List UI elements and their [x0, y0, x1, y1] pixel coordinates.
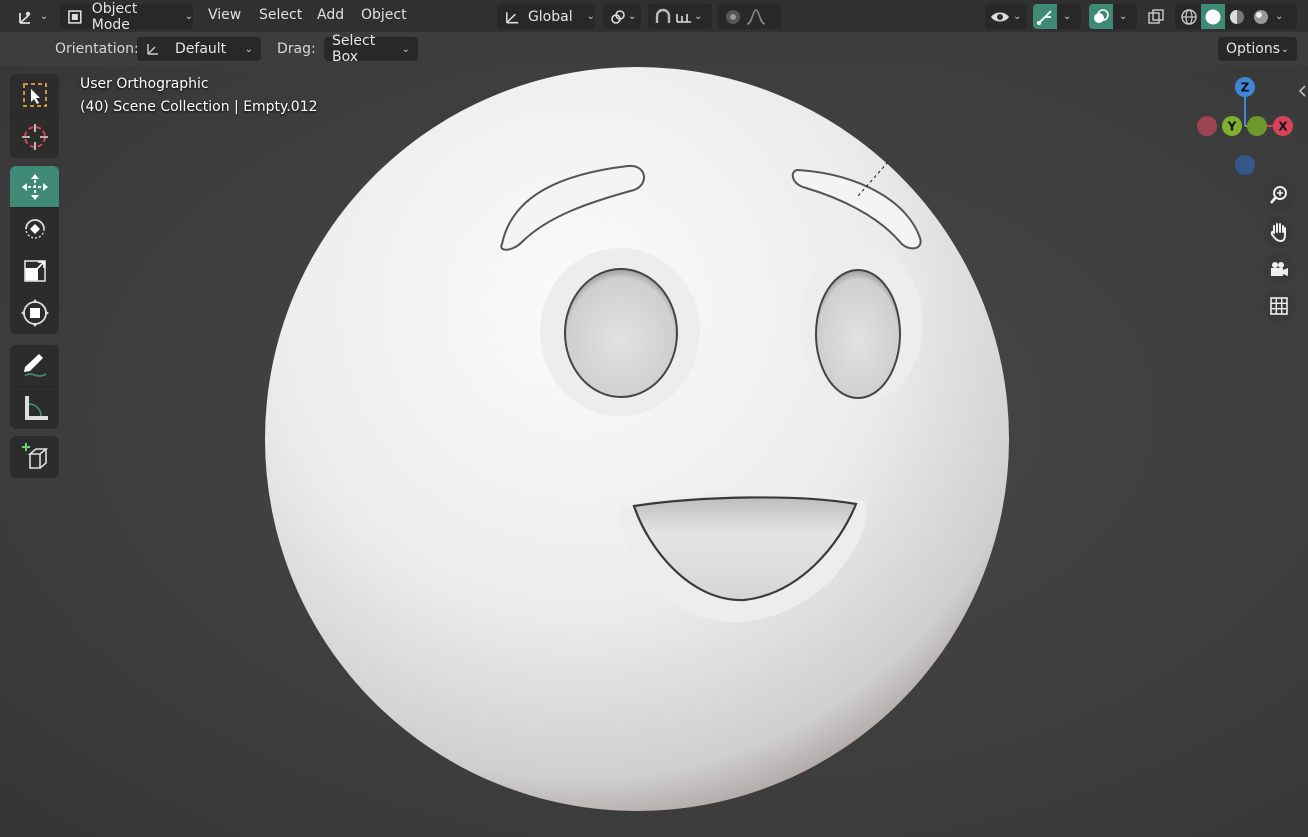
orientation-dropdown[interactable]: Global ⌄ — [497, 4, 595, 29]
right-eye — [815, 269, 901, 399]
overlays-icon — [1094, 8, 1109, 23]
material-shading-button[interactable] — [1225, 4, 1249, 29]
menu-select[interactable]: Select — [259, 7, 302, 23]
pivot-icon — [611, 9, 625, 24]
scale-tool[interactable] — [10, 250, 59, 292]
cursor-tool[interactable] — [10, 116, 59, 158]
transform-tool[interactable] — [10, 292, 59, 334]
orientation-setting-label: Orientation: — [55, 41, 139, 57]
gizmo-toggle-group[interactable]: ⌄ — [1033, 4, 1081, 29]
left-eye — [564, 268, 678, 398]
gizmo-z-label: Z — [1241, 81, 1250, 95]
proportional-edit-group[interactable] — [718, 4, 782, 29]
measure-icon — [24, 396, 48, 420]
wireframe-icon — [1181, 8, 1197, 25]
transform-icon — [20, 299, 49, 327]
rendered-shading-button[interactable] — [1249, 4, 1273, 29]
3d-viewport[interactable]: User Orthographic (40) Scene Collection … — [0, 66, 1308, 837]
select-box-icon — [22, 82, 47, 107]
hand-icon — [1270, 223, 1286, 243]
options-label: Options — [1226, 41, 1281, 57]
move-tool[interactable] — [10, 166, 59, 208]
blender-window: ⌄ Object Mode ⌄ View Select Add Object G… — [0, 0, 1308, 837]
rotate-icon — [24, 218, 45, 239]
shading-group[interactable]: ⌄ — [1175, 4, 1297, 29]
zoom-icon — [1270, 186, 1287, 204]
ortho-toggle-button[interactable] — [1263, 290, 1295, 322]
tool-group-select — [10, 74, 59, 158]
sidebar-toggle-icon[interactable] — [1297, 84, 1307, 98]
orientation-setting-dropdown[interactable]: Default ⌄ — [137, 37, 261, 61]
eye-icon — [991, 12, 1009, 21]
camera-view-button[interactable] — [1263, 253, 1295, 285]
emoji-sphere-model[interactable] — [0, 66, 1308, 837]
add-cube-tool[interactable] — [10, 436, 59, 478]
menu-object[interactable]: Object — [361, 7, 407, 23]
add-cube-icon — [21, 443, 48, 469]
menu-add[interactable]: Add — [317, 7, 344, 23]
wireframe-shading-button[interactable] — [1177, 4, 1201, 29]
overlays-toggle-button[interactable] — [1089, 4, 1113, 29]
move-icon — [21, 173, 48, 200]
falloff-curve-icon — [746, 8, 766, 25]
orientation-setting-value: Default — [175, 41, 227, 57]
orientation-axes-icon — [147, 44, 158, 55]
orientation-label: Global — [527, 8, 573, 25]
gizmo-y-label: Y — [1227, 120, 1237, 134]
cursor-icon — [21, 124, 48, 150]
grid-icon — [1270, 297, 1288, 315]
collection-info-label: (40) Scene Collection | Empty.012 — [80, 99, 318, 115]
gizmo-neg-x[interactable] — [1197, 116, 1217, 136]
zoom-button[interactable] — [1263, 179, 1295, 211]
rotate-tool[interactable] — [10, 208, 59, 250]
solid-icon — [1205, 9, 1221, 24]
tool-group-add — [10, 436, 59, 478]
object-mode-icon — [68, 9, 82, 24]
header-bar: ⌄ Object Mode ⌄ View Select Add Object G… — [0, 0, 1308, 33]
proportional-edit-icon — [726, 9, 740, 24]
gizmo-pos-y-back[interactable] — [1247, 116, 1267, 136]
overlays-toggle-group[interactable]: ⌄ — [1089, 4, 1137, 29]
editor-type-button[interactable]: ⌄ — [14, 4, 50, 29]
tool-group-annotate — [10, 345, 59, 429]
annotate-icon — [23, 353, 46, 377]
solid-shading-button[interactable] — [1201, 4, 1225, 29]
mode-label: Object Mode — [91, 0, 138, 33]
snap-group[interactable]: ⌄ — [648, 4, 712, 29]
mode-dropdown[interactable]: Object Mode ⌄ — [60, 1, 193, 33]
pan-button[interactable] — [1263, 216, 1295, 248]
drag-setting-value: Select Box — [332, 33, 376, 65]
tool-group-transform — [10, 166, 59, 334]
gizmo-x-label: X — [1278, 120, 1288, 134]
menu-view[interactable]: View — [208, 7, 241, 23]
transform-orientation-icon — [506, 11, 519, 23]
tool-settings-bar: Orientation: Default ⌄ Drag: Select Box … — [0, 32, 1308, 66]
drag-setting-dropdown[interactable]: Select Box ⌄ — [324, 33, 418, 65]
navigation-gizmo[interactable]: Z Y X — [1195, 74, 1295, 184]
axes-icon — [18, 11, 30, 24]
drag-setting-label: Drag: — [277, 41, 316, 57]
options-dropdown[interactable]: Options ⌄ — [1218, 37, 1297, 61]
gizmo-icon — [1037, 9, 1052, 25]
xray-toggle-button[interactable] — [1144, 4, 1168, 29]
view-name-label: User Orthographic — [80, 76, 209, 92]
xray-icon — [1148, 8, 1164, 24]
snap-increment-icon — [676, 13, 691, 23]
camera-icon — [1271, 262, 1288, 276]
rendered-icon — [1254, 9, 1268, 24]
visibility-dropdown[interactable]: ⌄ — [985, 4, 1027, 29]
material-preview-icon — [1230, 9, 1244, 24]
scale-icon — [23, 259, 46, 282]
gizmo-neg-z[interactable] — [1235, 155, 1255, 175]
select-box-tool[interactable] — [10, 74, 59, 116]
pivot-dropdown[interactable]: ⌄ — [603, 4, 641, 29]
annotate-tool[interactable] — [10, 345, 59, 387]
snap-magnet-icon — [655, 8, 671, 23]
gizmo-toggle-button[interactable] — [1033, 4, 1057, 29]
measure-tool[interactable] — [10, 387, 59, 429]
